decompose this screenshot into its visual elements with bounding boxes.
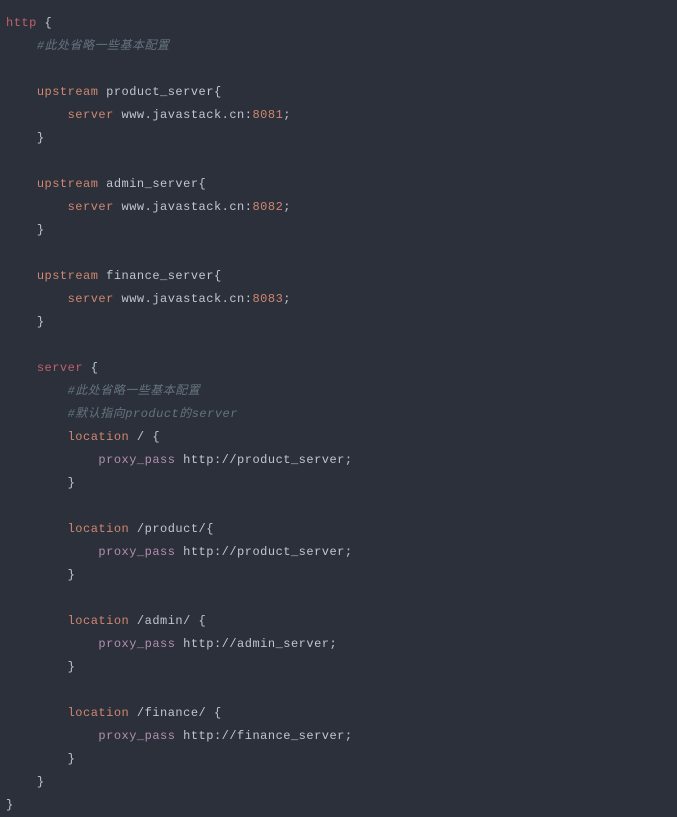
- brace: {: [214, 85, 222, 99]
- proxy-url-rest: //admin_server;: [222, 637, 338, 651]
- brace: {: [214, 706, 222, 720]
- brace: }: [68, 476, 76, 490]
- host-part: www.: [122, 108, 153, 122]
- brace: }: [6, 798, 14, 812]
- proxy-url-rest: //product_server;: [222, 545, 353, 559]
- brace: {: [199, 614, 207, 628]
- host-part: cn:: [229, 292, 252, 306]
- location-path-admin: /admin/: [137, 614, 199, 628]
- host-part: cn:: [229, 200, 252, 214]
- location-path-product: /product/: [137, 522, 206, 536]
- brace: {: [214, 269, 222, 283]
- brace: {: [152, 430, 160, 444]
- brace: {: [206, 522, 214, 536]
- keyword-location: location: [68, 430, 130, 444]
- host-part: www.: [122, 200, 153, 214]
- proxy-url-prefix: http:: [183, 729, 222, 743]
- keyword-location: location: [68, 614, 130, 628]
- upstream-name-product: product_server: [106, 85, 214, 99]
- upstream-name-admin: admin_server: [106, 177, 198, 191]
- port: 8083: [252, 292, 283, 306]
- proxy-url-prefix: http:: [183, 637, 222, 651]
- brace: }: [37, 131, 45, 145]
- brace: }: [37, 315, 45, 329]
- location-path-root: /: [137, 430, 152, 444]
- location-path-finance: /finance/: [137, 706, 214, 720]
- semicolon: ;: [283, 200, 291, 214]
- keyword-location: location: [68, 706, 130, 720]
- comment-default-product: #默认指向product的server: [68, 407, 238, 421]
- brace: }: [37, 223, 45, 237]
- host-part: javastack.: [152, 292, 229, 306]
- semicolon: ;: [283, 108, 291, 122]
- proxy-url-rest: //finance_server;: [222, 729, 353, 743]
- keyword-proxy-pass: proxy_pass: [98, 637, 175, 651]
- host-part: javastack.: [152, 200, 229, 214]
- brace: }: [68, 568, 76, 582]
- keyword-proxy-pass: proxy_pass: [98, 545, 175, 559]
- host-part: cn:: [229, 108, 252, 122]
- keyword-server-directive: server: [68, 200, 114, 214]
- keyword-proxy-pass: proxy_pass: [98, 729, 175, 743]
- nginx-config-code: http { #此处省略一些基本配置 upstream product_serv…: [0, 0, 677, 817]
- keyword-http: http: [6, 16, 37, 30]
- host-part: www.: [122, 292, 153, 306]
- upstream-name-finance: finance_server: [106, 269, 214, 283]
- keyword-server-block: server: [37, 361, 83, 375]
- keyword-upstream: upstream: [37, 177, 99, 191]
- keyword-upstream: upstream: [37, 269, 99, 283]
- port: 8082: [252, 200, 283, 214]
- comment-basic-2: #此处省略一些基本配置: [68, 384, 201, 398]
- brace: {: [45, 16, 53, 30]
- keyword-server-directive: server: [68, 292, 114, 306]
- keyword-location: location: [68, 522, 130, 536]
- semicolon: ;: [283, 292, 291, 306]
- keyword-proxy-pass: proxy_pass: [98, 453, 175, 467]
- keyword-upstream: upstream: [37, 85, 99, 99]
- proxy-url-prefix: http:: [183, 453, 222, 467]
- brace: }: [68, 660, 76, 674]
- host-part: javastack.: [152, 108, 229, 122]
- proxy-url-rest: //product_server;: [222, 453, 353, 467]
- proxy-url-prefix: http:: [183, 545, 222, 559]
- brace: }: [68, 752, 76, 766]
- comment-basic-1: #此处省略一些基本配置: [37, 39, 170, 53]
- brace: {: [91, 361, 99, 375]
- brace: }: [37, 775, 45, 789]
- port: 8081: [252, 108, 283, 122]
- keyword-server-directive: server: [68, 108, 114, 122]
- brace: {: [199, 177, 207, 191]
